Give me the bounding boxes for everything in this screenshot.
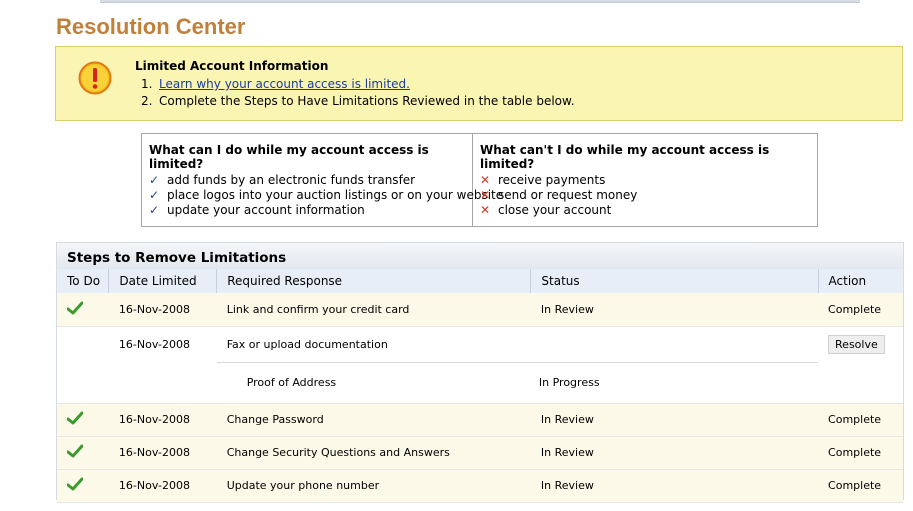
row-status: In Review [540, 302, 594, 316]
can-do-title: What can I do while my account access is… [149, 143, 429, 171]
x-icon: ✕ [480, 203, 491, 217]
row-action: Complete [828, 479, 882, 492]
row-response: Update your phone number [226, 479, 380, 492]
table-row: 16-Nov-2008 Update your phone number In … [57, 469, 903, 502]
limitations-info-box: What can I do while my account access is… [141, 133, 818, 227]
row-response: Change Password [226, 413, 324, 426]
table-row: 16-Nov-2008 Link and confirm your credit… [57, 293, 903, 326]
row-action: Complete [828, 302, 882, 316]
steps-panel: Steps to Remove Limitations To Do Date L… [56, 242, 904, 503]
subrow-response: Proof of Address [216, 361, 531, 403]
cant-do-item: ✕ receive payments [480, 173, 606, 187]
steps-title: Steps to Remove Limitations [57, 243, 903, 269]
row-status: In Review [540, 479, 594, 492]
green-check-icon [67, 477, 83, 491]
row-response: Link and confirm your credit card [226, 302, 410, 316]
col-todo: To Do [57, 269, 110, 293]
check-icon: ✓ [149, 188, 160, 202]
table-row: 16-Nov-2008 Change Security Questions an… [57, 436, 903, 469]
steps-table: To Do Date Limited Required Response Sta… [57, 269, 903, 503]
green-check-icon [67, 411, 83, 425]
row-date: 16-Nov-2008 [118, 446, 191, 459]
col-response: Required Response [216, 269, 532, 293]
green-check-icon [67, 444, 83, 458]
row-response: Change Security Questions and Answers [226, 446, 450, 459]
cant-do-item: ✕ send or request money [480, 188, 638, 202]
row-action: Complete [828, 446, 882, 459]
cant-do-item: ✕ close your account [480, 203, 612, 217]
alert-list: 1. Learn why your account access is limit… [135, 76, 575, 110]
table-subrow: Proof of Address In Progress [57, 361, 903, 403]
table-row: 16-Nov-2008 Fax or upload documentation … [57, 326, 903, 362]
col-action: Action [818, 269, 903, 293]
row-date: 16-Nov-2008 [118, 302, 191, 316]
col-status: Status [530, 269, 819, 293]
table-row: 16-Nov-2008 Change Password In Review Co… [57, 403, 903, 436]
alert-item-text: Complete the Steps to Have Limitations R… [159, 94, 575, 108]
row-status [531, 326, 818, 362]
x-icon: ✕ [480, 188, 491, 202]
row-response: Fax or upload documentation [226, 337, 388, 351]
can-do-item: ✓ update your account information [149, 203, 365, 217]
table-header: To Do Date Limited Required Response Sta… [57, 269, 903, 293]
row-date: 16-Nov-2008 [118, 337, 191, 351]
row-status: In Review [540, 446, 594, 459]
top-border [100, 0, 860, 3]
row-action: Complete [828, 413, 882, 426]
cant-do-title: What can't I do while my account access … [480, 143, 770, 171]
x-icon: ✕ [480, 173, 491, 187]
page-title: Resolution Center [56, 14, 246, 39]
subrow-status: In Progress [530, 361, 819, 403]
cant-do-column: What can't I do while my account access … [473, 134, 817, 226]
col-date: Date Limited [108, 269, 218, 293]
alert-item: 1. Learn why your account access is limit… [141, 77, 410, 91]
can-do-list: ✓ add funds by an electronic funds transf… [149, 173, 503, 218]
limited-account-alert: Limited Account Information 1. Learn why … [55, 46, 903, 121]
can-do-column: What can I do while my account access is… [142, 134, 503, 226]
row-status: In Review [540, 413, 594, 426]
warning-icon [78, 61, 112, 95]
check-icon: ✓ [149, 203, 160, 217]
can-do-item: ✓ place logos into your auction listings … [149, 188, 504, 202]
alert-title: Limited Account Information [135, 59, 329, 73]
cant-do-list: ✕ receive payments ✕ send or request money… [480, 173, 637, 218]
row-date: 16-Nov-2008 [118, 479, 191, 492]
resolve-button[interactable]: Resolve [828, 334, 885, 354]
can-do-item: ✓ add funds by an electronic funds transf… [149, 173, 416, 187]
green-check-icon [67, 301, 83, 315]
alert-item: 2. Complete the Steps to Have Limitations… [141, 94, 575, 108]
check-icon: ✓ [149, 173, 160, 187]
learn-why-link[interactable]: Learn why your account access is limited… [159, 77, 410, 91]
row-date: 16-Nov-2008 [118, 413, 191, 426]
